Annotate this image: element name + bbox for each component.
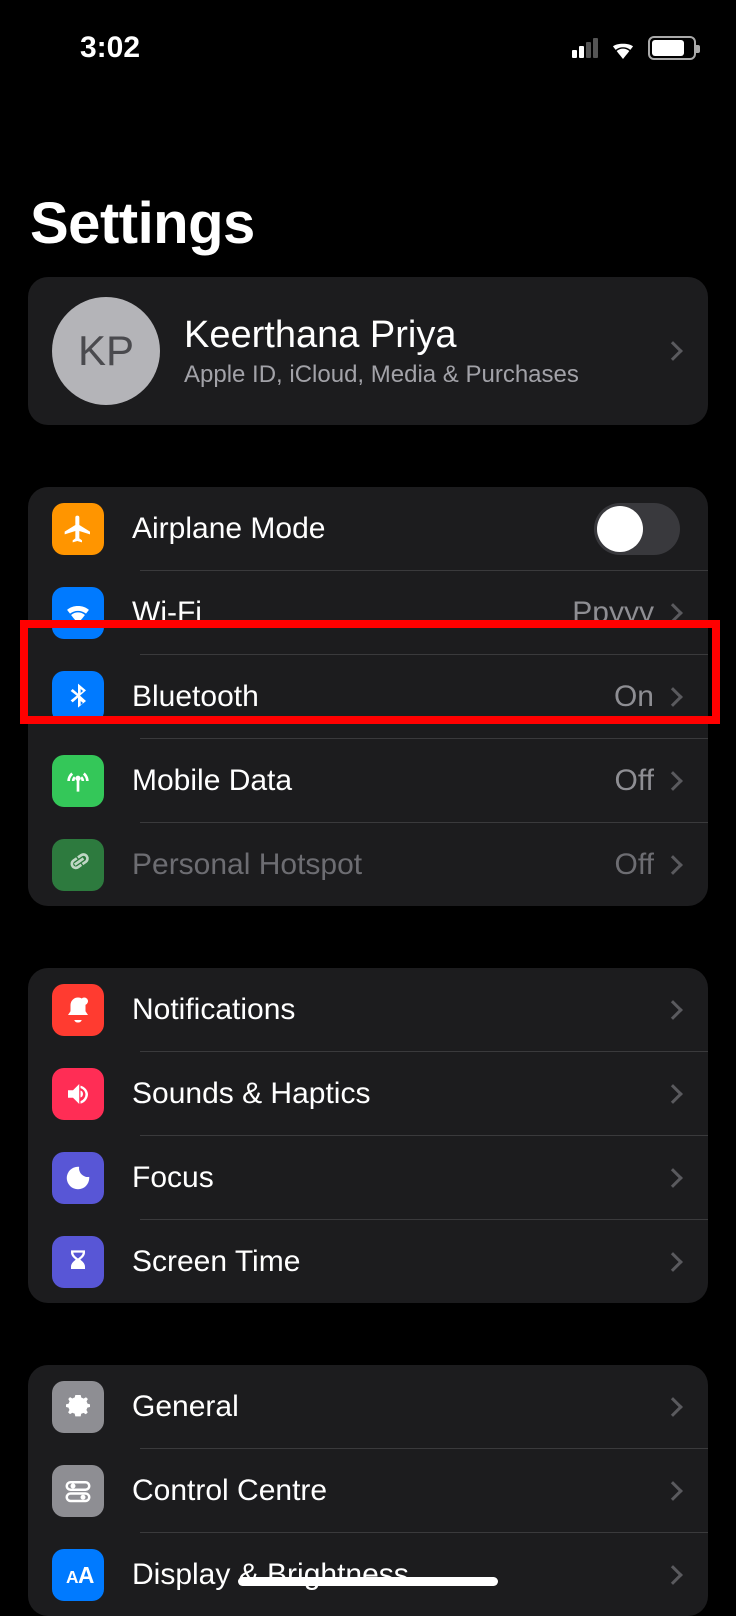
display-brightness-label: Display & Brightness: [132, 1558, 666, 1592]
signal-icon: [572, 38, 598, 58]
airplane-toggle[interactable]: [594, 503, 680, 555]
chevron-right-icon: [663, 1481, 683, 1501]
airplane-mode-label: Airplane Mode: [132, 512, 594, 546]
focus-label: Focus: [132, 1161, 666, 1195]
profile-group: KP Keerthana Priya Apple ID, iCloud, Med…: [28, 277, 708, 425]
chevron-right-icon: [663, 687, 683, 707]
chevron-right-icon: [663, 1084, 683, 1104]
wifi-row[interactable]: Wi-Fi Ppyyy: [28, 571, 708, 654]
screen-time-row[interactable]: Screen Time: [28, 1220, 708, 1303]
control-centre-label: Control Centre: [132, 1474, 666, 1508]
focus-row[interactable]: Focus: [28, 1136, 708, 1219]
bell-icon: [52, 984, 104, 1036]
chevron-right-icon: [663, 341, 683, 361]
wifi-icon: [52, 587, 104, 639]
wifi-label: Wi-Fi: [132, 596, 572, 630]
gear-icon: [52, 1381, 104, 1433]
chevron-right-icon: [663, 1252, 683, 1272]
bluetooth-label: Bluetooth: [132, 680, 614, 714]
hotspot-value: Off: [615, 848, 654, 882]
display-brightness-row[interactable]: AA Display & Brightness: [28, 1533, 708, 1616]
wifi-value: Ppyyy: [572, 596, 654, 630]
mobile-data-row[interactable]: Mobile Data Off: [28, 739, 708, 822]
chevron-right-icon: [663, 603, 683, 623]
wifi-icon: [608, 37, 638, 59]
chevron-right-icon: [663, 855, 683, 875]
antenna-icon: [52, 755, 104, 807]
page-title: Settings: [0, 82, 736, 277]
mobile-data-label: Mobile Data: [132, 764, 615, 798]
hotspot-label: Personal Hotspot: [132, 848, 615, 882]
airplane-icon: [52, 503, 104, 555]
general-row[interactable]: General: [28, 1365, 708, 1448]
screen-time-label: Screen Time: [132, 1245, 666, 1279]
profile-name: Keerthana Priya: [184, 314, 666, 357]
bluetooth-icon: [52, 671, 104, 723]
avatar: KP: [52, 297, 160, 405]
profile-subtitle: Apple ID, iCloud, Media & Purchases: [184, 361, 666, 389]
bluetooth-row[interactable]: Bluetooth On: [28, 655, 708, 738]
battery-icon: [648, 36, 696, 60]
bluetooth-value: On: [614, 680, 654, 714]
general-label: General: [132, 1390, 666, 1424]
moon-icon: [52, 1152, 104, 1204]
chevron-right-icon: [663, 771, 683, 791]
link-icon: [52, 839, 104, 891]
chevron-right-icon: [663, 1397, 683, 1417]
control-centre-row[interactable]: Control Centre: [28, 1449, 708, 1532]
notifications-group: Notifications Sounds & Haptics Focus Scr…: [28, 968, 708, 1303]
hourglass-icon: [52, 1236, 104, 1288]
mobile-data-value: Off: [615, 764, 654, 798]
sounds-row[interactable]: Sounds & Haptics: [28, 1052, 708, 1135]
home-indicator[interactable]: [238, 1577, 498, 1586]
chevron-right-icon: [663, 1000, 683, 1020]
personal-hotspot-row[interactable]: Personal Hotspot Off: [28, 823, 708, 906]
apple-id-row[interactable]: KP Keerthana Priya Apple ID, iCloud, Med…: [28, 277, 708, 425]
sliders-icon: [52, 1465, 104, 1517]
airplane-mode-row[interactable]: Airplane Mode: [28, 487, 708, 570]
notifications-row[interactable]: Notifications: [28, 968, 708, 1051]
connectivity-group: Airplane Mode Wi-Fi Ppyyy Bluetooth On M…: [28, 487, 708, 906]
notifications-label: Notifications: [132, 993, 666, 1027]
status-time: 3:02: [80, 31, 140, 65]
svg-text:A: A: [78, 1562, 94, 1588]
sounds-label: Sounds & Haptics: [132, 1077, 666, 1111]
chevron-right-icon: [663, 1168, 683, 1188]
status-bar: 3:02: [0, 0, 736, 82]
chevron-right-icon: [663, 1565, 683, 1585]
status-indicators: [572, 36, 696, 60]
text-size-icon: AA: [52, 1549, 104, 1601]
speaker-icon: [52, 1068, 104, 1120]
